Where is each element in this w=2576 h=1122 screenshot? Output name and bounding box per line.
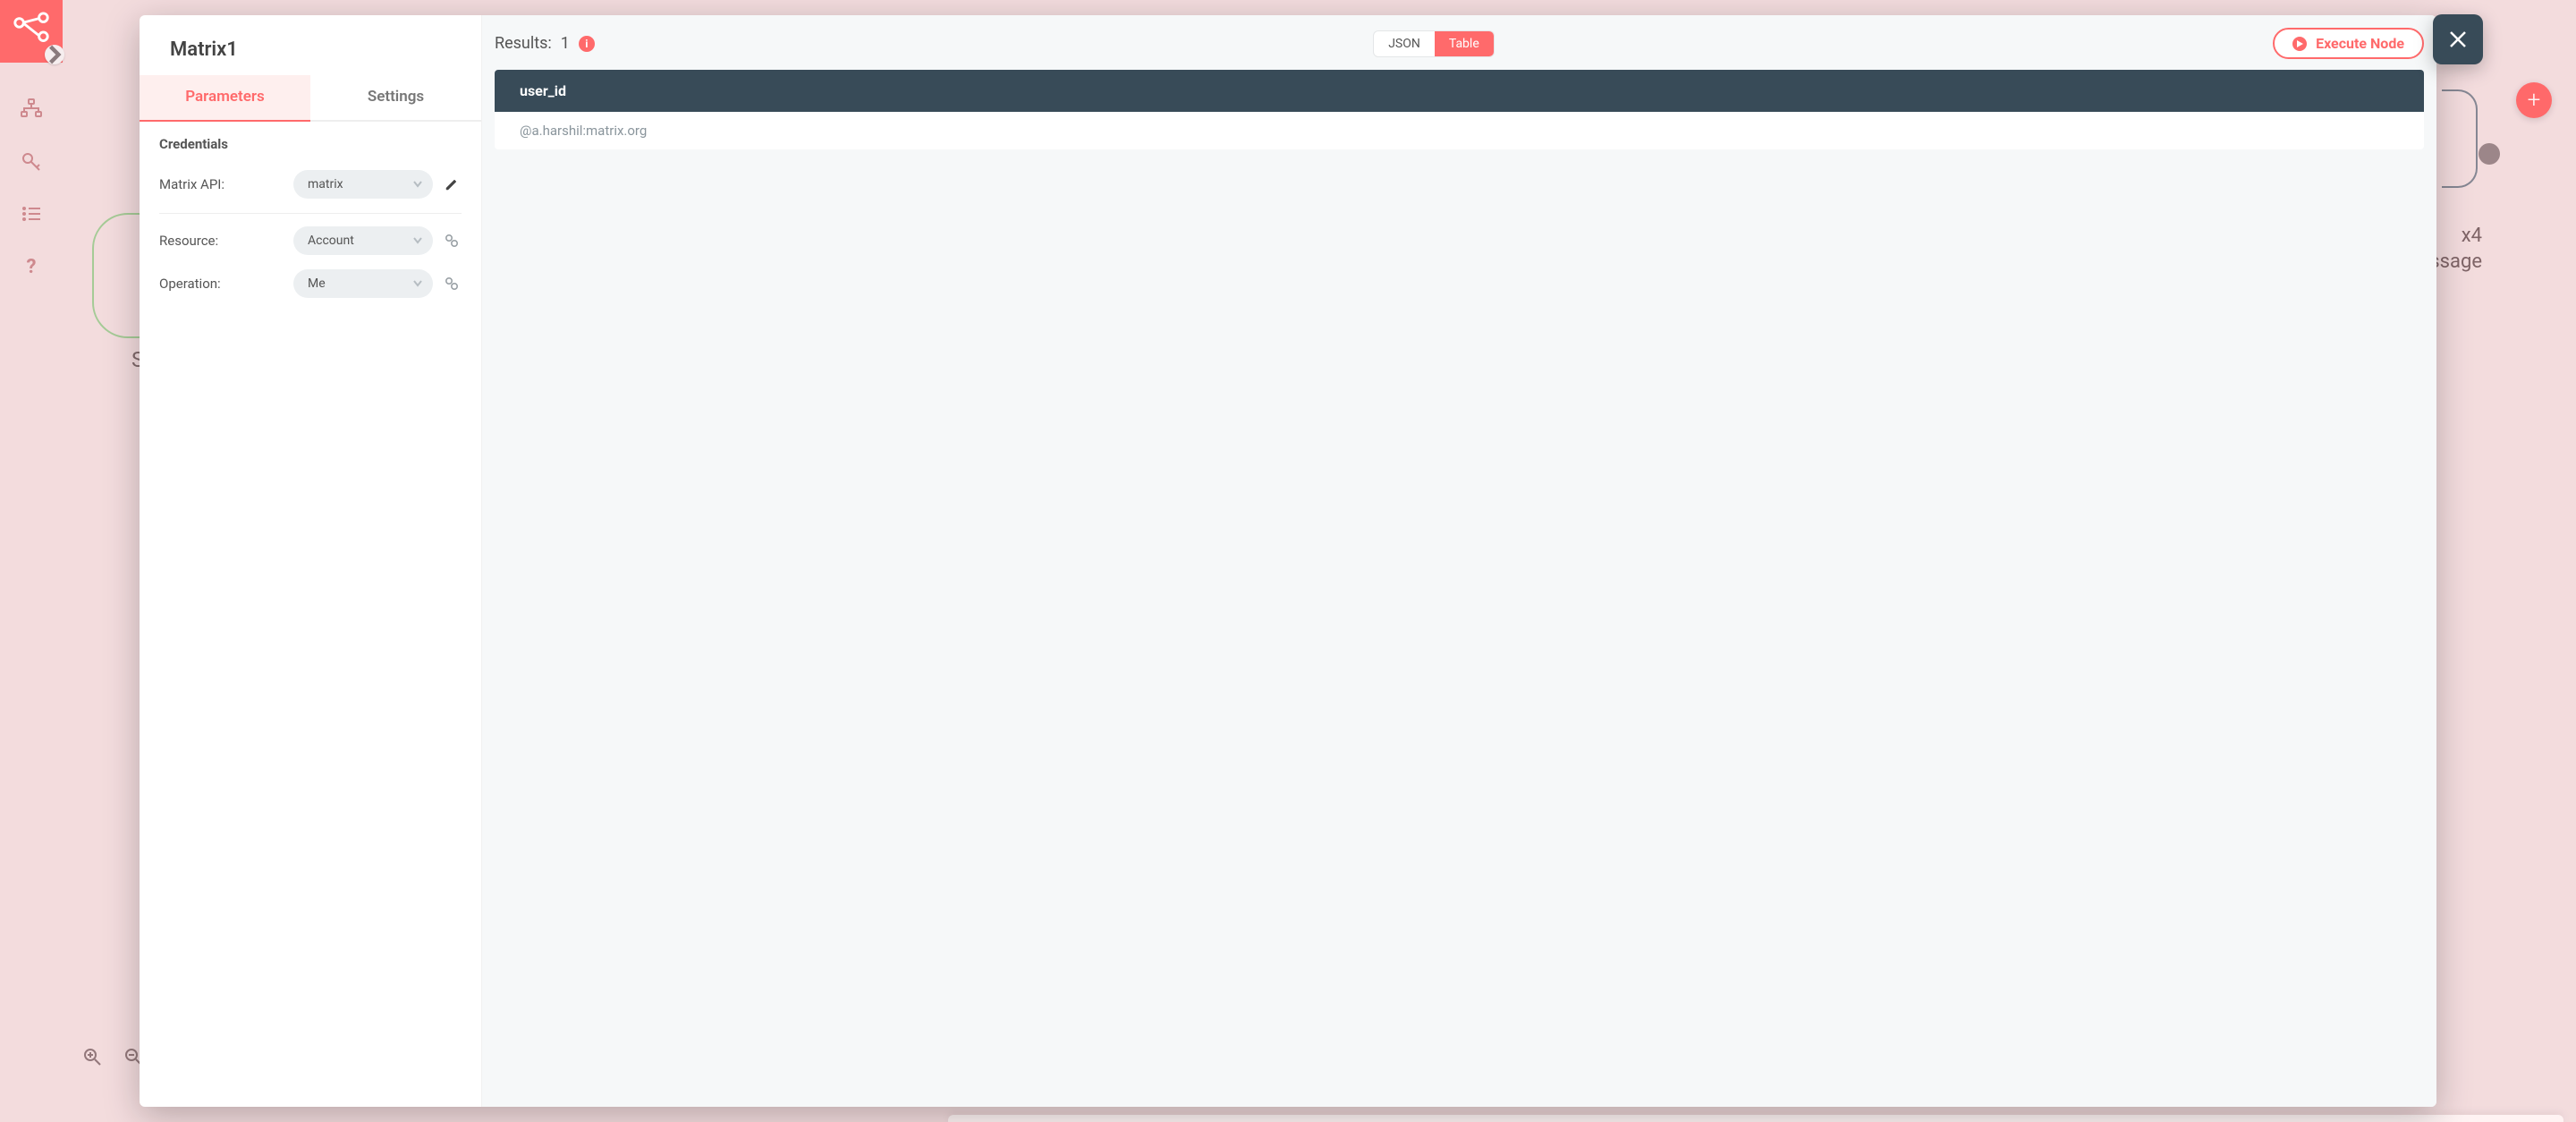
modal-tabs: Parameters Settings bbox=[140, 75, 481, 122]
view-toggle: JSON Table bbox=[1373, 30, 1495, 57]
modal-right-panel: Results: 1 i JSON Table Execute Node use… bbox=[482, 15, 2436, 1107]
play-icon bbox=[2292, 37, 2307, 51]
gear-icon bbox=[444, 276, 460, 292]
select-operation-value: Me bbox=[308, 276, 326, 291]
results-topbar: Results: 1 i JSON Table Execute Node bbox=[495, 28, 2424, 70]
execute-node-button[interactable]: Execute Node bbox=[2273, 28, 2424, 59]
sidebar-expand-toggle[interactable] bbox=[45, 45, 64, 64]
select-resource[interactable]: Account bbox=[293, 226, 433, 255]
zoom-controls bbox=[77, 1041, 148, 1072]
view-json[interactable]: JSON bbox=[1374, 31, 1435, 56]
close-icon bbox=[2447, 29, 2469, 50]
help-icon[interactable]: ? bbox=[27, 256, 37, 278]
results-label: Results: 1 i bbox=[495, 34, 595, 53]
results-count: 1 bbox=[561, 34, 570, 53]
label-resource: Resource: bbox=[159, 233, 284, 249]
select-operation[interactable]: Me bbox=[293, 269, 433, 298]
sidebar-nav: ? bbox=[21, 98, 42, 278]
zoom-in-icon bbox=[83, 1048, 101, 1066]
table-row: @a.harshil:matrix.org bbox=[495, 112, 2424, 149]
zoom-in-button[interactable] bbox=[77, 1041, 107, 1072]
field-gear-operation[interactable] bbox=[442, 274, 462, 293]
key-icon[interactable] bbox=[21, 152, 41, 172]
bottom-panel[interactable] bbox=[948, 1115, 2563, 1122]
field-resource: Resource: Account bbox=[159, 219, 462, 262]
select-resource-value: Account bbox=[308, 234, 354, 248]
field-matrix-api: Matrix API: matrix bbox=[159, 163, 462, 206]
left-sidebar: ? bbox=[0, 0, 63, 1122]
close-button[interactable] bbox=[2433, 14, 2483, 64]
label-matrix-api: Matrix API: bbox=[159, 176, 284, 192]
tab-parameters[interactable]: Parameters bbox=[140, 75, 310, 122]
list-icon[interactable] bbox=[21, 206, 41, 222]
parameters-body: Credentials Matrix API: matrix Resour bbox=[140, 122, 481, 319]
table-header: user_id bbox=[495, 70, 2424, 112]
edit-credential-button[interactable] bbox=[442, 174, 462, 194]
pencil-icon bbox=[445, 177, 459, 191]
workflows-icon[interactable] bbox=[21, 98, 42, 118]
node-editor-modal: Matrix1 Parameters Settings Credentials … bbox=[140, 15, 2436, 1107]
chevron-right-icon bbox=[45, 34, 64, 75]
chevron-down-icon bbox=[413, 234, 422, 248]
chevron-down-icon bbox=[413, 177, 422, 191]
field-operation: Operation: Me bbox=[159, 262, 462, 305]
info-icon[interactable]: i bbox=[579, 36, 595, 52]
results-label-prefix: Results: bbox=[495, 34, 552, 53]
select-matrix-api[interactable]: matrix bbox=[293, 170, 433, 199]
modal-left-panel: Matrix1 Parameters Settings Credentials … bbox=[140, 15, 482, 1107]
results-table: user_id @a.harshil:matrix.org bbox=[495, 70, 2424, 149]
tab-settings[interactable]: Settings bbox=[310, 75, 481, 122]
plus-icon: + bbox=[2528, 87, 2541, 114]
add-node-button[interactable]: + bbox=[2516, 82, 2552, 118]
label-operation: Operation: bbox=[159, 276, 284, 292]
modal-title: Matrix1 bbox=[140, 15, 481, 75]
view-table[interactable]: Table bbox=[1435, 31, 1494, 56]
divider bbox=[159, 213, 462, 214]
select-matrix-api-value: matrix bbox=[308, 177, 343, 191]
field-gear-resource[interactable] bbox=[442, 231, 462, 251]
node-output-dot[interactable] bbox=[2479, 143, 2500, 165]
brand-tile[interactable] bbox=[0, 0, 63, 63]
gear-icon bbox=[444, 233, 460, 249]
execute-node-label: Execute Node bbox=[2316, 35, 2404, 52]
canvas-right-node[interactable] bbox=[2442, 89, 2478, 188]
credentials-heading: Credentials bbox=[159, 136, 462, 152]
chevron-down-icon bbox=[413, 276, 422, 291]
